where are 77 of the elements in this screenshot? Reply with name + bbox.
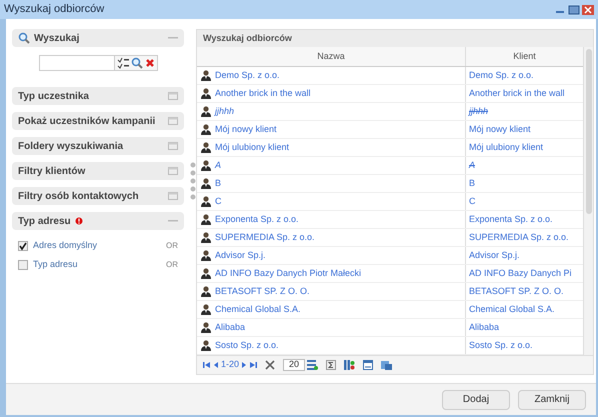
search-icon[interactable] (130, 57, 142, 69)
person-icon (201, 250, 211, 261)
dialog-button[interactable]: Dodaj (442, 390, 510, 410)
table-cell[interactable]: AD INFO Bazy Danych Piotr Małecki (215, 266, 362, 280)
panel-header[interactable]: Typ adresu (12, 212, 184, 230)
window-title: Wyszukaj odbiorców (4, 2, 104, 18)
first-page-icon[interactable] (203, 361, 211, 369)
table-cell[interactable]: Alibaba (215, 320, 246, 334)
rows-icon[interactable] (307, 360, 318, 370)
operator-label: OR (166, 258, 178, 270)
checklist-icon[interactable] (116, 57, 128, 69)
splitter-handle-icon[interactable] (190, 161, 196, 201)
table-cell[interactable]: Sosto Sp. z o.o. (215, 338, 279, 352)
person-icon (201, 160, 211, 171)
maximize-icon[interactable] (568, 4, 580, 14)
panel-title: Filtry osób kontaktowych (18, 190, 139, 204)
grid-title: Wyszukaj odbiorców (197, 30, 593, 47)
table-cell[interactable]: Mój ulubiony klient (215, 140, 290, 154)
person-icon (201, 178, 211, 189)
panel-title: Filtry klientów (18, 164, 86, 178)
page-range: 1-20 (221, 358, 240, 372)
person-icon (201, 142, 211, 153)
person-icon (201, 214, 211, 225)
warning-icon (74, 217, 83, 225)
panel-title: Wyszukaj (34, 32, 80, 46)
person-icon (201, 70, 211, 81)
person-icon (201, 304, 211, 315)
search-icon (18, 32, 30, 44)
person-icon (201, 196, 211, 207)
person-icon (201, 340, 211, 351)
table-cell[interactable]: B (215, 176, 222, 190)
person-icon (201, 106, 211, 117)
panel-header[interactable]: Pokaż uczestników kampanii (12, 112, 184, 130)
column-header[interactable]: Nazwa (197, 47, 465, 66)
columns-icon[interactable] (344, 360, 356, 370)
panel-header[interactable]: Filtry klientów (12, 162, 184, 180)
table-cell[interactable]: Chemical Global S.A. (215, 302, 301, 316)
panel-title: Foldery wyszukiwania (18, 140, 124, 154)
table-cell[interactable]: A (215, 158, 222, 172)
person-icon (201, 322, 211, 333)
table-cell[interactable]: Demo Sp. z o.o. (215, 68, 280, 82)
person-icon (201, 268, 211, 279)
panel-title: Pokaż uczestników kampanii (18, 114, 156, 128)
table-cell[interactable]: Mój nowy klient (215, 122, 277, 136)
person-icon (201, 286, 211, 297)
operator-label: OR (166, 240, 178, 252)
clear-icon[interactable] (144, 58, 154, 68)
checkbox[interactable] (18, 260, 28, 270)
sum-icon[interactable] (326, 360, 336, 370)
table-cell[interactable]: Advisor Sp.j. (215, 248, 266, 262)
table-cell[interactable]: Another brick in the wall (215, 86, 311, 100)
panel-header[interactable]: Filtry osób kontaktowych (12, 187, 184, 205)
panel-header[interactable]: Foldery wyszukiwania (12, 137, 184, 155)
panel-title: Typ adresu (18, 214, 71, 228)
person-icon (201, 88, 211, 99)
close-icon[interactable] (582, 4, 594, 14)
table-cell[interactable]: BETASOFT SP. Z O. O. (215, 284, 310, 298)
person-icon (201, 232, 211, 243)
next-page-icon[interactable] (241, 361, 248, 369)
last-page-icon[interactable] (249, 361, 258, 369)
person-icon (201, 124, 211, 135)
table-cell[interactable]: C (215, 194, 222, 208)
page-size-field[interactable]: 20 (283, 359, 306, 371)
table-cell[interactable]: jjhhh (215, 104, 234, 118)
panel-header[interactable]: Wyszukaj (12, 29, 184, 47)
panel-title: Typ uczestnika (18, 90, 89, 104)
scrollbar-thumb[interactable] (586, 49, 592, 214)
option-label[interactable]: Typ adresu (33, 258, 78, 272)
search-field[interactable] (38, 55, 114, 71)
checkbox[interactable] (18, 240, 28, 250)
panel-header[interactable]: Typ uczestnika (12, 87, 184, 105)
dialog-button[interactable]: Zamknij (518, 390, 586, 410)
table-cell[interactable]: Exponenta Sp. z o.o. (215, 212, 299, 226)
table-cell[interactable]: SUPERMEDIA Sp. z o.o. (215, 230, 315, 244)
option-label[interactable]: Adres domyślny (33, 238, 98, 252)
window-icon[interactable] (363, 360, 374, 370)
previous-page-icon[interactable] (213, 361, 219, 369)
